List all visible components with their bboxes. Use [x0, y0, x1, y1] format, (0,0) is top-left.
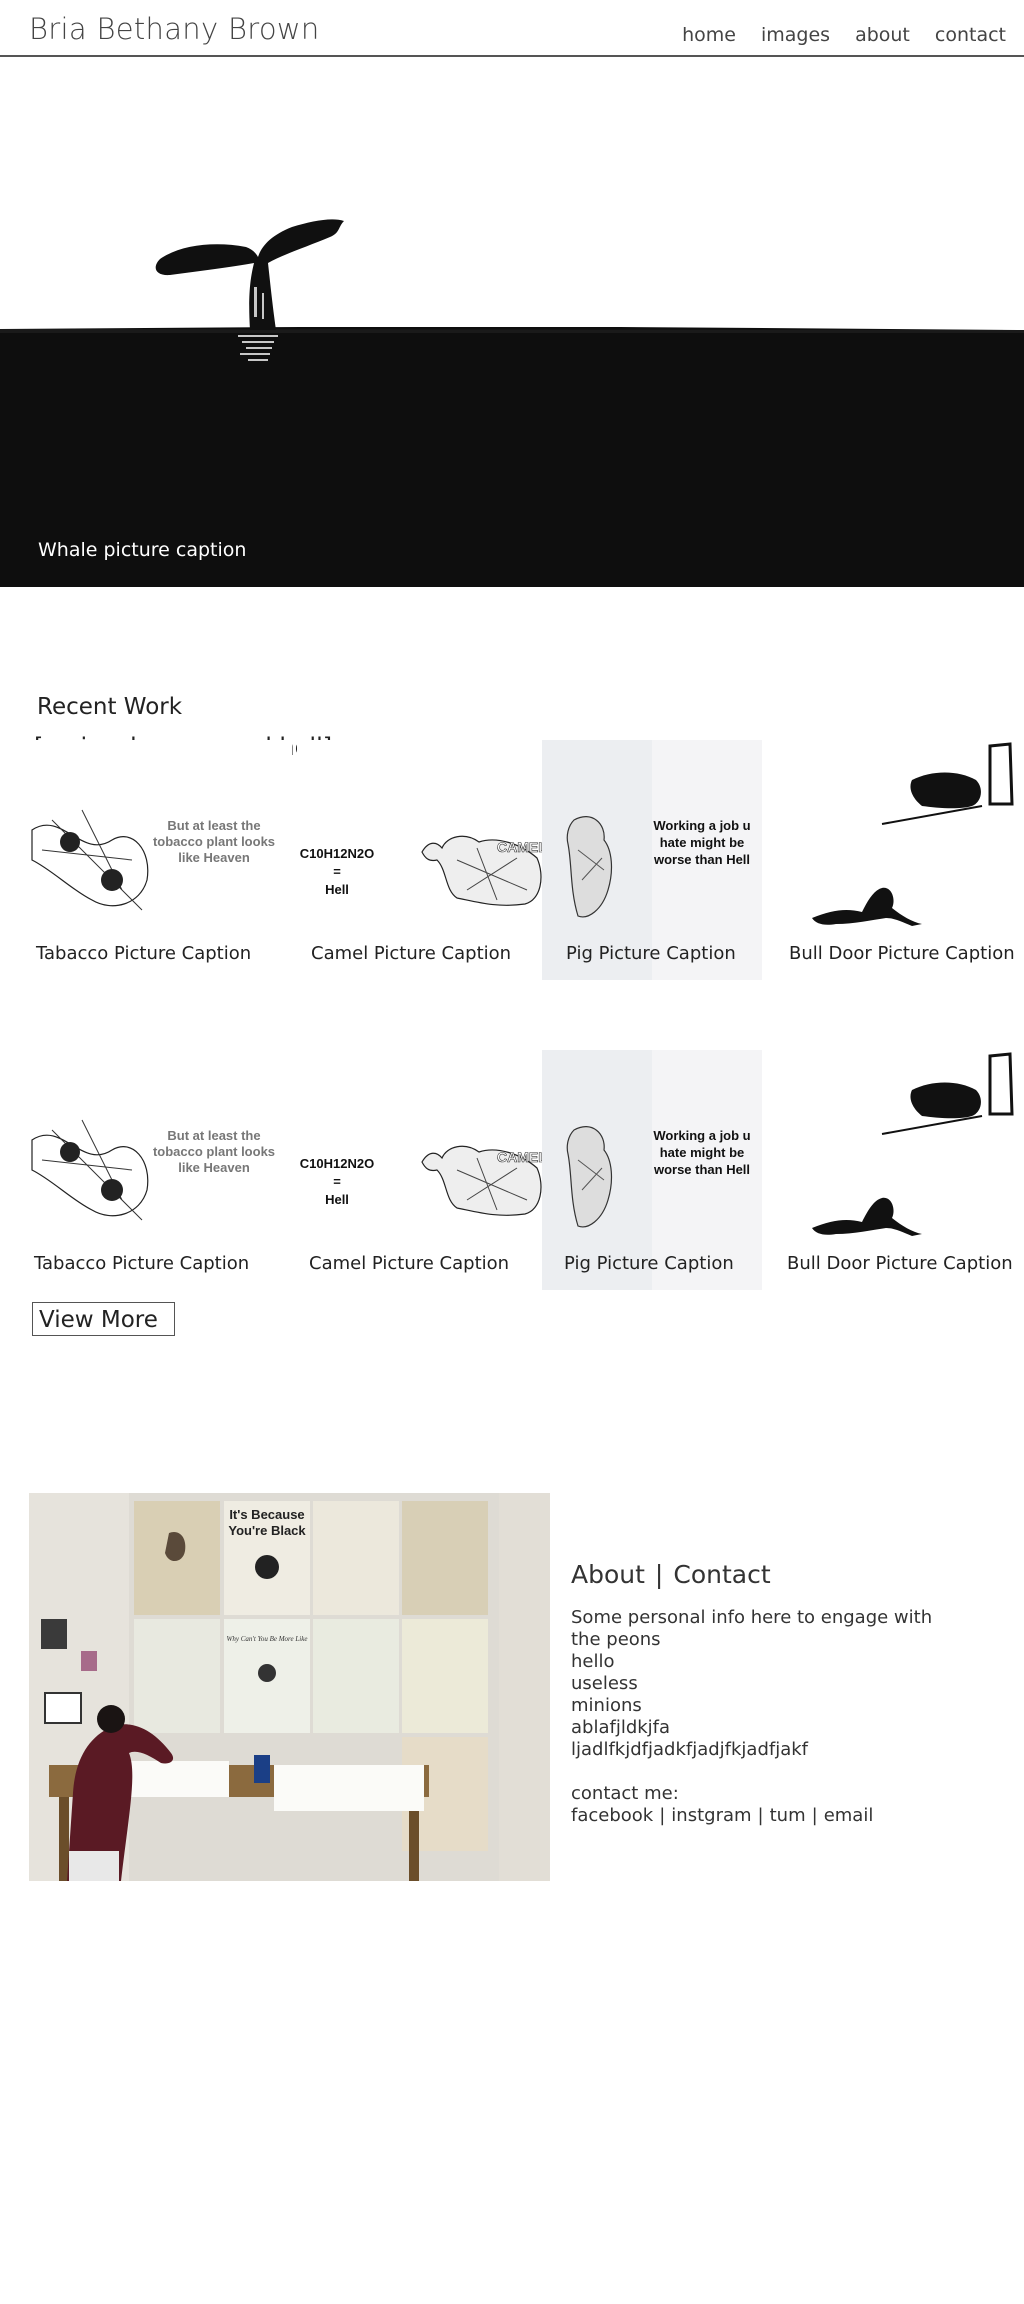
email-link[interactable]: email [824, 1805, 874, 1826]
hero-whale-image[interactable]: Whale picture caption [0, 57, 1024, 587]
contact-heading-label[interactable]: Contact [673, 1560, 770, 1589]
nav-contact-link[interactable]: contact [935, 24, 1006, 46]
contact-block: contact me: facebook | instgram | tum | email [571, 1783, 991, 1827]
about-line: ljadlfkjdfjadkfjadjfkjadfjakf [571, 1739, 809, 1760]
view-more-button[interactable]: View More [32, 1302, 175, 1336]
about-heading-label[interactable]: About [571, 1560, 645, 1589]
whale-tail-artwork [0, 57, 1024, 587]
link-separator: | [811, 1805, 818, 1826]
hero-caption: Whale picture caption [38, 539, 247, 561]
svg-text:It's Because: It's Because [229, 1507, 304, 1522]
studio-scene-artwork: It's Because You're Black Why Can't You … [29, 1493, 550, 1881]
tumblr-link[interactable]: tum [770, 1805, 806, 1826]
site-header: Bria Bethany Brown home images about con… [0, 0, 1024, 57]
link-separator: | [757, 1805, 764, 1826]
svg-text:tobacco plant looks: tobacco plant looks [153, 1144, 275, 1159]
about-line: hello [571, 1651, 615, 1672]
pig-thumbnail[interactable]: Working a job u hate might be worse than… [542, 740, 767, 980]
svg-text:C10H12N2O: C10H12N2O [300, 846, 374, 861]
svg-text:CAMEL: CAMEL [497, 839, 547, 855]
site-title[interactable]: Bria Bethany Brown [29, 12, 320, 46]
camel-caption: Camel Picture Caption [309, 1253, 510, 1274]
svg-text:like Heaven: like Heaven [178, 1160, 250, 1175]
nav-home-link[interactable]: home [682, 24, 736, 46]
recent-work-heading: Recent Work [37, 694, 183, 720]
about-line: minions [571, 1695, 642, 1716]
svg-text:But at least the: But at least the [167, 818, 260, 833]
svg-text:=: = [333, 864, 341, 879]
pig-caption: Pig Picture Caption [566, 943, 736, 964]
svg-text:like Heaven: like Heaven [178, 850, 250, 865]
svg-text:CAMEL: CAMEL [497, 1149, 547, 1165]
main-nav: home images about contact [682, 24, 1006, 46]
tobacco-thumbnail[interactable]: But at least the tobacco plant looks lik… [22, 740, 292, 980]
bull-door-caption: Bull Door Picture Caption [787, 1253, 1013, 1274]
svg-text:=: = [333, 1174, 341, 1189]
tobacco-thumbnail[interactable]: But at least the tobacco plant looks lik… [22, 1050, 292, 1290]
bull-door-caption: Bull Door Picture Caption [789, 943, 1015, 964]
svg-text:You're Black: You're Black [228, 1523, 306, 1538]
svg-text:worse than Hell: worse than Hell [653, 852, 750, 867]
bull-door-thumbnail[interactable]: Bull Door Picture Caption [762, 1050, 1020, 1290]
svg-text:hate might be: hate might be [660, 1145, 745, 1160]
pig-caption: Pig Picture Caption [564, 1253, 734, 1274]
instagram-link[interactable]: instgram [671, 1805, 751, 1826]
svg-text:hate might be: hate might be [660, 835, 745, 850]
svg-text:But at least the: But at least the [167, 1128, 260, 1143]
studio-photo: It's Because You're Black Why Can't You … [29, 1493, 550, 1881]
heading-separator: | [654, 1560, 664, 1589]
svg-text:C10H12N2O: C10H12N2O [300, 1156, 374, 1171]
nav-about-link[interactable]: about [855, 24, 910, 46]
camel-thumbnail[interactable]: C10H12N2O = Hell CAMEL Camel Picture Cap… [297, 1050, 567, 1290]
about-line: the peons [571, 1629, 661, 1650]
gallery-row: But at least the tobacco plant looks lik… [22, 740, 1020, 980]
svg-text:Hell: Hell [325, 1192, 349, 1207]
tobacco-caption: Tabacco Picture Caption [36, 943, 252, 964]
facebook-link[interactable]: facebook [571, 1805, 653, 1826]
pig-thumbnail[interactable]: Working a job u hate might be worse than… [542, 1050, 767, 1290]
about-text: Some personal info here to engage with t… [571, 1607, 991, 1761]
svg-text:tobacco plant looks: tobacco plant looks [153, 834, 275, 849]
svg-text:worse than Hell: worse than Hell [653, 1162, 750, 1177]
gallery-row: But at least the tobacco plant looks lik… [22, 1050, 1020, 1290]
social-links: facebook | instgram | tum | email [571, 1805, 991, 1827]
nav-images-link[interactable]: images [761, 24, 830, 46]
about-line: useless [571, 1673, 638, 1694]
about-contact-section: About | Contact Some personal info here to… [571, 1560, 991, 1827]
svg-text:Why Can't You Be More Like: Why Can't You Be More Like [227, 1635, 308, 1643]
link-separator: | [659, 1805, 666, 1826]
camel-thumbnail[interactable]: C10H12N2O = Hell CAMEL Camel Picture Cap… [297, 740, 567, 980]
camel-caption: Camel Picture Caption [311, 943, 512, 964]
about-line: ablafjldkjfa [571, 1717, 671, 1738]
svg-text:Working a job u: Working a job u [653, 1128, 750, 1143]
bull-door-thumbnail[interactable]: Bull Door Picture Caption [762, 740, 1020, 980]
contact-label: contact me: [571, 1783, 679, 1804]
svg-text:Working a job u: Working a job u [653, 818, 750, 833]
svg-text:Hell: Hell [325, 882, 349, 897]
tobacco-caption: Tabacco Picture Caption [34, 1253, 250, 1274]
about-line: Some personal info here to engage with [571, 1607, 933, 1628]
about-contact-heading: About | Contact [571, 1560, 991, 1589]
